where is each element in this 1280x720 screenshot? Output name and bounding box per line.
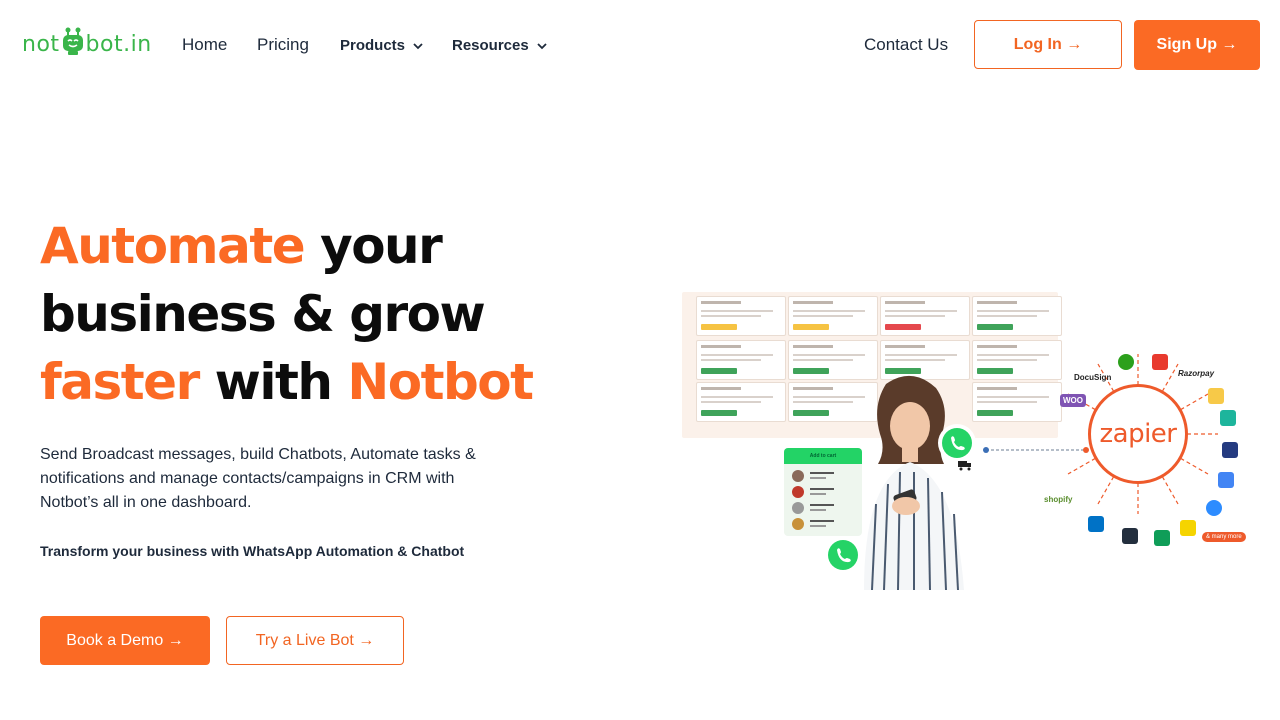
notbot-logo[interactable]: not bot.in: [22, 26, 152, 62]
nav-resources-label: Resources: [452, 37, 529, 54]
nav-resources-dropdown[interactable]: Resources: [452, 37, 547, 54]
hero-line3-mid: with: [198, 353, 348, 411]
paypal-icon: [1222, 442, 1238, 458]
nav-products-dropdown[interactable]: Products: [340, 37, 423, 54]
airtable-icon: [1208, 388, 1224, 404]
nav-pricing-link[interactable]: Pricing: [257, 35, 309, 55]
add-to-cart-card: Add to cart: [784, 448, 862, 536]
whatsapp-icon: [824, 536, 862, 574]
dashboard-card: [880, 296, 970, 336]
quickbooks-icon: [1118, 354, 1134, 370]
hero-brand-name: Notbot: [347, 353, 534, 411]
dashboard-card: [972, 340, 1062, 380]
hero-illustration: Add to cart zapier DocuSign Razorpay WOO…: [680, 290, 1260, 591]
chevron-down-icon: [413, 42, 423, 49]
logo-text-right: bot.in: [85, 31, 152, 57]
try-live-bot-button[interactable]: Try a Live Bot →: [226, 616, 404, 665]
hero-accent-word: Automate: [40, 217, 306, 275]
aws-icon: [1122, 528, 1138, 544]
hero-heading-line-3: faster with Notbot: [40, 348, 660, 416]
nav-products-label: Products: [340, 37, 406, 54]
logo-text-left: not: [22, 31, 60, 57]
signup-button[interactable]: Sign Up →: [1134, 20, 1260, 70]
flag-app-icon: [1152, 354, 1168, 370]
razorpay-logo: Razorpay: [1178, 369, 1215, 378]
zapier-logo: zapier: [1088, 384, 1188, 484]
book-demo-button[interactable]: Book a Demo →: [40, 616, 210, 665]
google-workspace-icon: [1218, 472, 1234, 488]
lightbulb-icon: [1180, 520, 1196, 536]
nav-home-link[interactable]: Home: [182, 35, 227, 55]
many-more-badge: & many more: [1202, 532, 1246, 542]
chevron-down-icon: [537, 42, 547, 49]
woman-with-phone-image: [856, 374, 968, 591]
nav-contact-link[interactable]: Contact Us: [864, 35, 948, 55]
dashboard-card: [972, 382, 1062, 422]
hero-heading-line-2: business & grow: [40, 285, 486, 343]
woocommerce-logo: WOO: [1060, 394, 1086, 407]
shopify-logo: shopify: [1044, 495, 1073, 504]
google-sheets-icon: [1154, 530, 1170, 546]
delivery-truck-icon: [958, 458, 972, 471]
outlook-icon: [1088, 516, 1104, 532]
cart-title: Add to cart: [784, 448, 862, 464]
whatsapp-icon: [938, 424, 976, 462]
zoom-icon: [1206, 500, 1222, 516]
dashboard-card: [696, 382, 786, 422]
hero-line1-rest: your: [304, 217, 443, 275]
hero-heading: Automate your business & grow faster wit…: [40, 212, 660, 416]
dashboard-card: [788, 296, 878, 336]
pandadoc-icon: [1220, 410, 1236, 426]
top-navigation: not bot.in Home Pricing Products Resourc…: [0, 0, 1280, 90]
docusign-logo: DocuSign: [1074, 373, 1112, 382]
hero-description: Send Broadcast messages, build Chatbots,…: [40, 446, 476, 511]
hero-heading-line-1: Automate your: [40, 212, 660, 280]
dashboard-card: [696, 340, 786, 380]
dashboard-card: [972, 296, 1062, 336]
hero-accent-faster: faster: [40, 353, 200, 411]
robot-icon: [61, 26, 85, 56]
dashboard-card: [696, 296, 786, 336]
hero-subtext: Transform your business with WhatsApp Au…: [40, 543, 465, 559]
login-button[interactable]: Log In →: [974, 20, 1122, 69]
